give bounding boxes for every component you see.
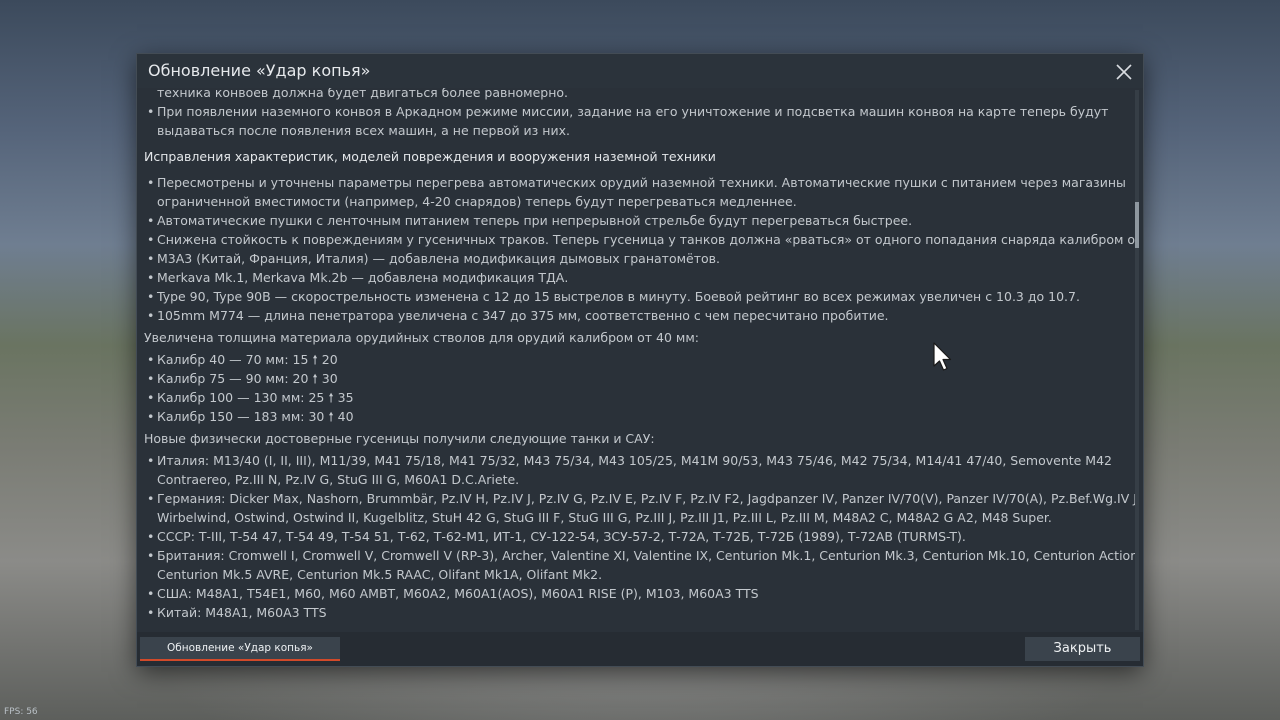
list-item: • США: M48A1, T54E1, M60, M60 AMBT, M60A2… — [144, 584, 1134, 603]
bullet: • — [147, 371, 155, 386]
list-item-text: США: M48A1, T54E1, M60, M60 AMBT, M60A2,… — [157, 586, 759, 601]
dialog-title-bar: Обновление «Удар копья» — [137, 54, 1143, 88]
bullet: • — [147, 270, 155, 285]
list-item-text: СССР: Т-III, Т-54 47, Т-54 49, Т-54 51, … — [157, 529, 966, 544]
list-item-text: 105mm M774 — длина пенетратора увеличена… — [157, 308, 889, 323]
list-item-text: Merkava Mk.1, Merkava Mk.2b — добавлена … — [157, 270, 569, 285]
list-item-text: Type 90, Type 90B — скорострельность изм… — [157, 289, 1080, 304]
bullet: • — [147, 491, 155, 506]
list-item-text: Wirbelwind, Ostwind, Ostwind II, Kugelbl… — [157, 510, 1052, 525]
fixes-list: • Пересмотрены и уточнены параметры перег… — [144, 173, 1135, 325]
list-item: • Merkava Mk.1, Merkava Mk.2b — добавлена… — [144, 268, 1134, 287]
dialog-title: Обновление «Удар копья» — [148, 61, 371, 80]
list-item: • Type 90, Type 90B — скорострельность из… — [144, 287, 1134, 306]
list-item-text: Снижена стойкость к повреждениям у гусен… — [157, 232, 1135, 247]
patch-notes-dialog: Обновление «Удар копья» техника конвоев … — [137, 54, 1143, 666]
patch-notes-content[interactable]: техника конвоев должна будет двигаться б… — [137, 88, 1135, 631]
barrel-list: • Калибр 40 — 70 мм: 15 🠕 20 • Калибр 75 — … — [144, 350, 1134, 426]
bullet: • — [147, 390, 155, 405]
list-item-continuation: техника конвоев должна будет двигаться б… — [144, 88, 1134, 102]
list-item-text: Калибр 75 — 90 мм: 20 🠕 30 — [157, 371, 338, 386]
list-item-text: Германия: Dicker Max, Nashorn, Brummbär,… — [157, 491, 1135, 506]
list-item: • Пересмотрены и уточнены параметры перег… — [144, 173, 1134, 211]
list-item-text: Centurion Mk.5 AVRE, Centurion Mk.5 RAAC… — [157, 567, 603, 582]
tab-update[interactable]: Обновление «Удар копья» — [140, 637, 340, 661]
top-list: • При появлении наземного конвоя в Аркадн… — [144, 102, 1134, 140]
scrollbar[interactable] — [1135, 90, 1139, 630]
bullet: • — [147, 409, 155, 424]
bullet: • — [147, 251, 155, 266]
mouse-cursor-icon — [933, 342, 953, 372]
tracks-list: • Италия: M13/40 (I, II, III), M11/39, M4… — [144, 451, 1135, 622]
list-item-text: Калибр 100 — 130 мм: 25 🠕 35 — [157, 390, 354, 405]
bullet: • — [147, 529, 155, 544]
list-item-text: ограниченной вместимости (например, 4-20… — [157, 194, 797, 209]
section-heading: Исправления характеристик, моделей повре… — [144, 149, 716, 164]
tracks-paragraph: Новые физически достоверные гусеницы пол… — [144, 431, 655, 446]
list-item: • СССР: Т-III, Т-54 47, Т-54 49, Т-54 51,… — [144, 527, 1134, 546]
bullet: • — [147, 289, 155, 304]
fps-counter: FPS: 56 — [4, 707, 38, 717]
dialog-footer: Обновление «Удар копья» Закрыть — [137, 632, 1143, 666]
bullet: • — [147, 213, 155, 228]
list-item: • Калибр 75 — 90 мм: 20 🠕 30 — [144, 369, 1134, 388]
list-item: • При появлении наземного конвоя в Аркадн… — [144, 102, 1134, 140]
list-item-text: Пересмотрены и уточнены параметры перегр… — [157, 175, 1126, 190]
list-item: • Италия: M13/40 (I, II, III), M11/39, M4… — [144, 451, 1134, 489]
list-item-text: Италия: M13/40 (I, II, III), M11/39, M41… — [157, 453, 1112, 468]
bullet: • — [147, 548, 155, 563]
list-item: • Калибр 40 — 70 мм: 15 🠕 20 — [144, 350, 1134, 369]
list-item: • Калибр 100 — 130 мм: 25 🠕 35 — [144, 388, 1134, 407]
list-item: • Германия: Dicker Max, Nashorn, Brummbär… — [144, 489, 1135, 527]
scrollbar-thumb[interactable] — [1135, 202, 1139, 248]
close-button[interactable]: Закрыть — [1025, 637, 1140, 661]
list-item-text: M3A3 (Китай, Франция, Италия) — добавлен… — [157, 251, 720, 266]
barrel-paragraph: Увеличена толщина материала орудийных ст… — [144, 330, 699, 345]
list-item: • Китай: M48A1, M60A3 TTS — [144, 603, 1134, 622]
close-icon[interactable] — [1113, 61, 1135, 83]
list-item: • M3A3 (Китай, Франция, Италия) — добавле… — [144, 249, 1134, 268]
bullet: • — [147, 352, 155, 367]
bullet: • — [147, 308, 155, 323]
bullet: • — [147, 586, 155, 601]
list-item-text: Британия: Cromwell I, Cromwell V, Cromwe… — [157, 548, 1135, 563]
list-item: • Автоматические пушки с ленточным питани… — [144, 211, 1134, 230]
list-item: • Британия: Cromwell I, Cromwell V, Cromw… — [144, 546, 1135, 584]
list-item: • Снижена стойкость к повреждениям у гусе… — [144, 230, 1135, 249]
list-item-text: При появлении наземного конвоя в Аркадно… — [157, 104, 1109, 119]
bullet: • — [147, 232, 155, 247]
bullet: • — [147, 104, 155, 119]
list-item-text: Калибр 40 — 70 мм: 15 🠕 20 — [157, 352, 338, 367]
list-item-text: техника конвоев должна будет двигаться б… — [157, 88, 569, 100]
list-item-text: Автоматические пушки с ленточным питание… — [157, 213, 913, 228]
list-item-text: Contraereo, Pz.III N, Pz.IV G, StuG III … — [157, 472, 520, 487]
bullet: • — [147, 175, 155, 190]
patch-notes-text: техника конвоев должна будет двигаться б… — [144, 88, 1135, 622]
list-item: • Калибр 150 — 183 мм: 30 🠕 40 — [144, 407, 1134, 426]
list-item: • 105mm M774 — длина пенетратора увеличен… — [144, 306, 1134, 325]
bullet: • — [147, 453, 155, 468]
bullet: • — [147, 605, 155, 620]
list-item-text: Китай: M48A1, M60A3 TTS — [157, 605, 327, 620]
list-item-text: выдаваться после появления всех машин, а… — [157, 123, 570, 138]
list-item-text: Калибр 150 — 183 мм: 30 🠕 40 — [157, 409, 354, 424]
